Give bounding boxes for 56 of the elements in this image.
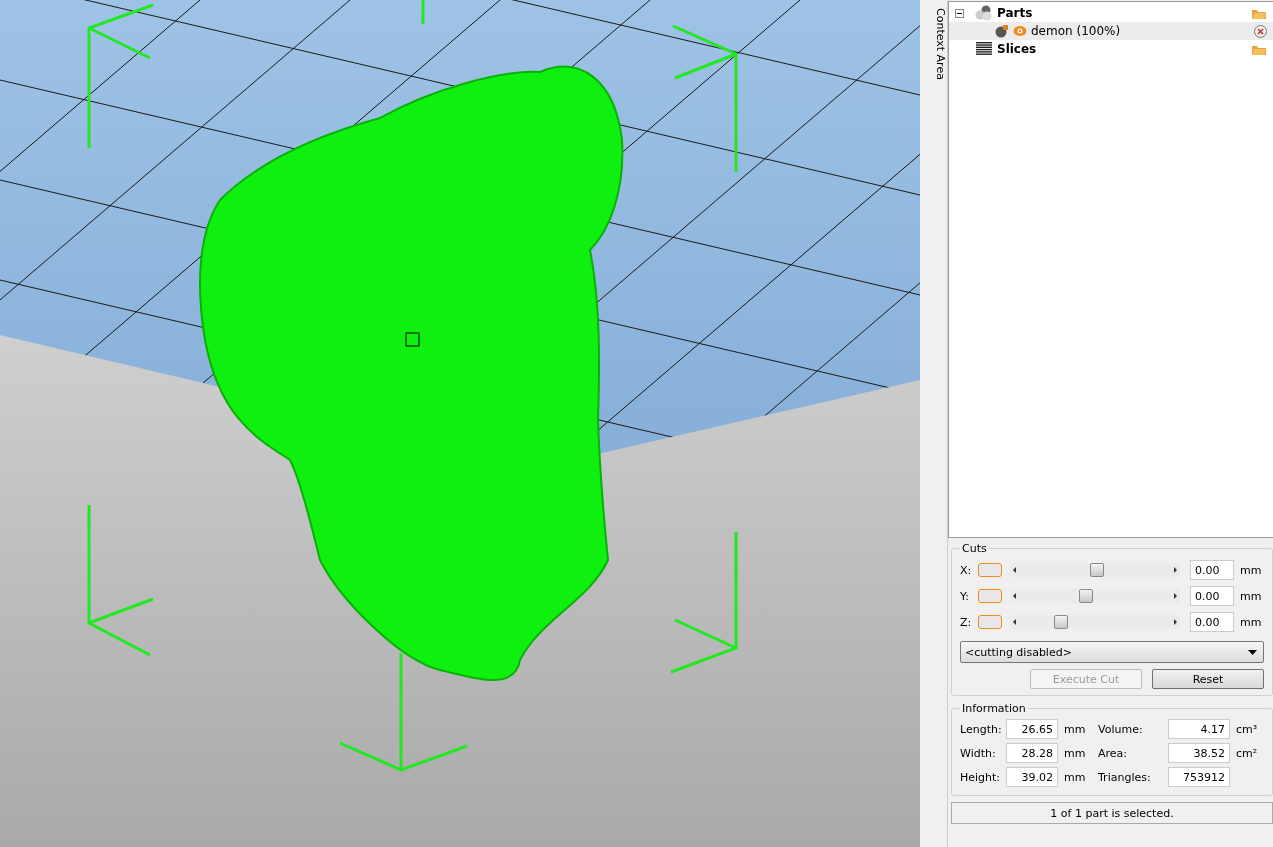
left-arrow-icon[interactable] — [1013, 593, 1016, 599]
tree-item[interactable]: Parts — [949, 4, 1273, 22]
info-value-field[interactable]: 4.17 — [1168, 719, 1230, 739]
cuts-title: Cuts — [961, 542, 988, 555]
toggle-button[interactable] — [978, 563, 1002, 577]
right-arrow-icon[interactable] — [1174, 619, 1177, 625]
field-label: Width: — [960, 746, 997, 760]
field-label: Triangles: — [1098, 770, 1152, 784]
field-label: Volume: — [1098, 722, 1144, 736]
unit-label: cm² — [1236, 746, 1259, 760]
unit-label: mm — [1240, 563, 1262, 577]
spheres-icon — [975, 5, 993, 21]
field-label: Height: — [960, 770, 1002, 784]
info-value-field[interactable]: 26.65 — [1006, 719, 1058, 739]
stacked-lines-icon — [975, 42, 993, 56]
unit-label: cm³ — [1236, 722, 1259, 736]
cut-value-field[interactable]: 0.00 — [1190, 612, 1234, 632]
sphere-icon — [995, 24, 1009, 38]
cut-slider[interactable] — [1010, 615, 1180, 629]
dropdown-caret-icon — [1248, 649, 1257, 655]
toggle-button[interactable] — [978, 615, 1002, 629]
unit-label: mm — [1064, 770, 1087, 784]
cut-slider[interactable] — [1010, 563, 1180, 577]
field-label: Area: — [1098, 746, 1129, 760]
action-button[interactable]: Reset — [1152, 669, 1264, 689]
marker-icon — [405, 332, 420, 347]
slider-thumb[interactable] — [1053, 615, 1068, 629]
cut-value-field[interactable]: 0.00 — [1190, 560, 1234, 580]
status-bar: 1 of 1 part is selected. — [951, 802, 1273, 824]
right-arrow-icon[interactable] — [1174, 567, 1177, 573]
cut-slider[interactable] — [1010, 589, 1180, 603]
unit-label: mm — [1064, 746, 1087, 760]
axis-label: Y: — [960, 589, 970, 603]
toggle-button[interactable] — [978, 589, 1002, 603]
slider-thumb[interactable] — [1089, 563, 1104, 577]
unit-label: mm — [1064, 722, 1087, 736]
cut-value-field[interactable]: 0.00 — [1190, 586, 1234, 606]
tree-item[interactable]: Slices — [949, 40, 1273, 58]
info-value-field[interactable]: 38.52 — [1168, 743, 1230, 763]
remove-icon[interactable] — [1254, 24, 1267, 38]
left-arrow-icon[interactable] — [1013, 619, 1016, 625]
cut-mode-dropdown[interactable]: <cutting disabled> — [960, 641, 1264, 663]
tree-item[interactable]: demon (100%) — [949, 22, 1273, 40]
info-value-field[interactable]: 39.02 — [1006, 767, 1058, 787]
information-title: Information — [961, 702, 1027, 715]
slider-thumb[interactable] — [1078, 589, 1093, 603]
axis-label: Z: — [960, 615, 973, 629]
info-value-field[interactable]: 753912 — [1168, 767, 1230, 787]
info-value-field[interactable]: 28.28 — [1006, 743, 1058, 763]
left-arrow-icon[interactable] — [1013, 567, 1016, 573]
field-label: Length: — [960, 722, 1003, 736]
right-arrow-icon[interactable] — [1174, 593, 1177, 599]
axis-label: X: — [960, 563, 973, 577]
unit-label: mm — [1240, 589, 1262, 603]
unit-label: mm — [1240, 615, 1262, 629]
eye-icon[interactable] — [1013, 25, 1027, 37]
